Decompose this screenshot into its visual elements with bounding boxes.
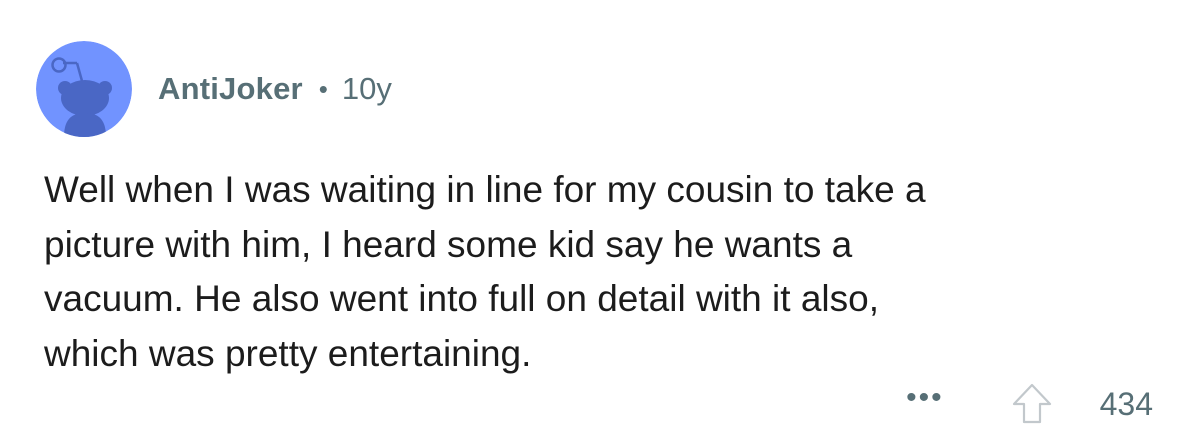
upvote-icon[interactable]	[1010, 382, 1054, 426]
comment-actions: ••• 434	[906, 380, 1153, 428]
vote-score: 434	[1099, 385, 1153, 422]
comment-line: which was pretty entertaining.	[44, 332, 532, 374]
comment-body: Well when I was waiting in line for my c…	[44, 163, 1144, 381]
comment-line: vacuum. He also went into full on detail…	[44, 278, 879, 319]
comment-line: Well when I was waiting in line for my c…	[44, 169, 926, 210]
comment-line: picture with him, I heard some kid say h…	[44, 223, 853, 265]
comment-age: 10y	[341, 71, 392, 106]
username-link[interactable]: AntiJoker	[158, 69, 303, 109]
snoo-avatar-icon	[36, 41, 132, 137]
comment-header: AntiJoker • 10y	[36, 41, 392, 137]
comment-card: AntiJoker • 10y Well when I was waiting …	[0, 0, 1179, 448]
more-options-button[interactable]: •••	[906, 383, 944, 413]
comment-meta: AntiJoker • 10y	[158, 69, 392, 109]
meta-separator: •	[318, 74, 328, 104]
avatar[interactable]	[36, 41, 132, 137]
